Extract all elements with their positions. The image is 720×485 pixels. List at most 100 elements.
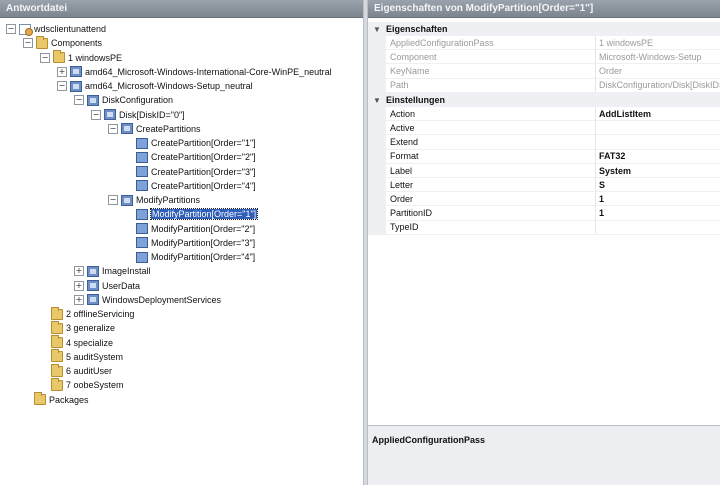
tree-node[interactable]: 2 offlineServicing [40,306,135,321]
tree-node-label: Disk[DiskID="0"] [119,109,185,120]
folder-icon [34,392,46,405]
property-row[interactable]: AppliedConfigurationPass 1 windowsPE [368,35,720,51]
tree-node[interactable]: ModifyPartition[Order="2"] [125,222,255,236]
property-row[interactable]: Letter S [368,177,720,193]
tree-node[interactable]: − ModifyPartitions [108,193,200,207]
tree-node[interactable]: CreatePartition[Order="1"] [125,136,256,150]
collapse-icon[interactable]: − [57,81,67,91]
tree-node[interactable]: 3 generalize [40,320,116,335]
property-row[interactable]: Format FAT32 [368,149,720,164]
property-category[interactable]: ▼ Eigenschaften [368,22,720,36]
property-row[interactable]: Order 1 [368,191,720,207]
tree-node[interactable]: 4 specialize [40,335,113,350]
tree-node[interactable]: − CreatePartitions [108,122,201,136]
tree-node-label: WindowsDeploymentServices [102,294,222,305]
property-name: Extend [386,135,596,150]
tree-node[interactable]: + amd64_Microsoft-Windows-International-C… [57,65,332,79]
property-value[interactable]: FAT32 [596,149,720,163]
tree-node-label: 5 auditSystem [66,351,124,362]
tree-node[interactable]: ModifyPartition[Order="4"] [125,250,255,264]
property-row[interactable]: TypeID [368,220,720,235]
tree-node-label: ModifyPartition[Order="1"] [149,208,259,221]
collapse-icon[interactable]: − [6,24,16,34]
tree-node-label: 2 offlineServicing [66,309,135,319]
folder-icon [36,35,48,49]
property-name: PartitionID [386,206,596,221]
tree-node[interactable]: ModifyPartition[Order="1"] [125,207,259,221]
tree-node[interactable]: + ImageInstall [74,264,151,278]
tree-node-label: wdsclientunattend [34,24,107,34]
tree-node[interactable]: ModifyPartition[Order="3"] [125,236,255,250]
property-row[interactable]: KeyName Order [368,64,720,79]
collapse-icon[interactable]: − [108,195,118,205]
property-value: Microsoft-Windows-Setup [599,51,702,62]
collapse-icon[interactable]: − [108,123,118,134]
folder-icon [51,320,63,334]
tree-node-label: Packages [49,394,89,405]
property-value[interactable] [596,135,720,149]
component-icon [121,123,133,135]
property-row[interactable]: PartitionID 1 [368,206,720,221]
row-gutter [368,163,386,178]
property-value[interactable]: 1 [596,192,720,206]
row-gutter [368,149,386,164]
expand-icon[interactable]: + [57,66,67,77]
collapse-icon[interactable]: − [91,109,101,120]
tree-node[interactable]: 7 oobeSystem [40,377,124,392]
tree-node[interactable]: CreatePartition[Order="2"] [125,150,256,164]
property-value[interactable]: S [596,178,720,192]
tree-node[interactable]: 6 auditUser [40,363,113,378]
answer-file-pane: Antwortdatei − wdsclientunattend − Componen… [0,0,363,485]
tree-node[interactable]: + WindowsDeploymentServices [74,293,221,307]
tree-node-label: amd64_Microsoft-Windows-Setup_neutral [85,81,253,91]
properties-pane: Eigenschaften von ModifyPartition[Order=… [368,0,720,485]
collapse-category-icon[interactable]: ▼ [368,96,386,105]
tree-node[interactable]: − Components [23,35,103,50]
tree-node[interactable]: CreatePartition[Order="3"] [125,165,256,179]
collapse-icon[interactable]: − [40,52,50,63]
property-name: Action [386,106,596,121]
component-icon [136,180,148,192]
property-category[interactable]: ▼ Einstellungen [368,93,720,107]
tree-node-label: Components [51,38,103,49]
property-value[interactable]: 1 [596,206,720,220]
tree-node[interactable]: − Disk[DiskID="0"] [91,108,185,122]
property-value[interactable]: System [596,164,720,178]
property-value: 1 windowsPE [599,37,654,48]
tree-node[interactable]: − DiskConfiguration [74,93,173,107]
tree-node-label: 1 windowsPE [68,52,123,63]
folder-icon [51,335,63,348]
tree-node-label: 6 auditUser [66,366,113,376]
property-row[interactable]: Active [368,120,720,136]
property-value[interactable] [596,121,720,135]
tree-node[interactable]: Packages [23,392,89,407]
property-value[interactable] [596,220,720,234]
property-row[interactable]: Extend [368,135,720,150]
folder-icon [53,50,65,63]
tree-node[interactable]: − amd64_Microsoft-Windows-Setup_neutral [57,79,253,93]
tree-node-label: UserData [102,280,141,291]
tree-node[interactable]: 5 auditSystem [40,349,124,364]
collapse-icon[interactable]: − [74,95,84,106]
expand-icon[interactable]: + [74,266,84,277]
property-row[interactable]: Action AddListItem [368,106,720,122]
property-name: Order [386,191,596,206]
property-row[interactable]: Component Microsoft-Windows-Setup [368,49,720,65]
property-row[interactable]: Label System [368,163,720,178]
tree-node[interactable]: − 1 windowsPE [40,50,123,65]
tree-node-label: ModifyPartition[Order="4"] [151,252,256,262]
expand-icon[interactable]: + [74,280,84,291]
properties-title: Eigenschaften von ModifyPartition[Order=… [368,0,720,18]
property-value[interactable]: AddListItem [596,107,720,121]
tree-node[interactable]: − wdsclientunattend [6,22,106,36]
property-row[interactable]: PathDiskConfiguration/Disk[DiskID="0"] [368,78,720,93]
tree-node[interactable]: + UserData [74,279,140,293]
collapse-icon[interactable]: − [23,38,33,49]
expand-icon[interactable]: + [74,294,84,305]
tree-node[interactable]: CreatePartition[Order="4"] [125,179,256,193]
tree-node-label: amd64_Microsoft-Windows-International-Co… [85,66,332,77]
tree-node-label: 3 generalize [66,323,116,334]
property-name: Active [386,120,596,135]
property-name: Format [386,149,596,164]
collapse-category-icon[interactable]: ▼ [368,25,386,34]
